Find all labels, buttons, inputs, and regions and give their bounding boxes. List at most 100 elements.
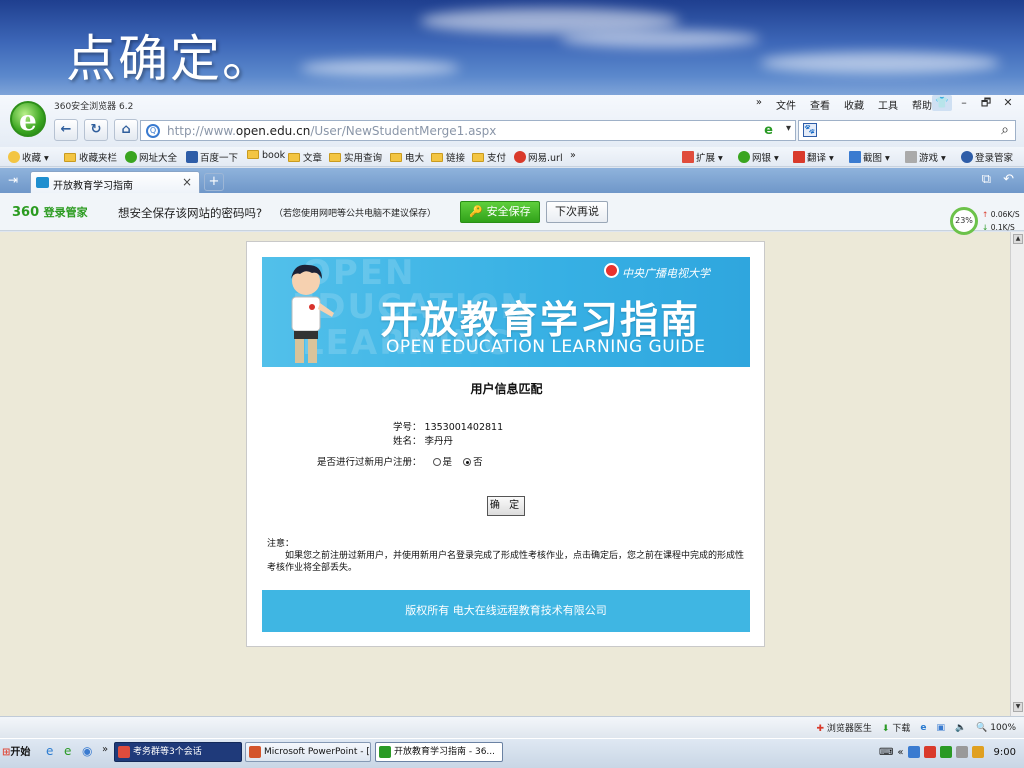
volume-icon[interactable]: 🔈 (955, 723, 966, 733)
translate-button[interactable]: 翻译 ▾ (793, 150, 834, 164)
fav-item[interactable]: 文章 (288, 150, 322, 164)
tray-chevron-icon[interactable]: « (897, 747, 903, 758)
sidebar-toggle-icon[interactable]: ⇥ (8, 173, 18, 187)
fav-item[interactable]: 支付 (472, 150, 506, 164)
fav-item[interactable]: book (247, 150, 285, 161)
folder-icon (431, 153, 443, 162)
start-button[interactable]: ⊞开始 (2, 743, 30, 758)
ie-mode-icon[interactable]: e (764, 123, 773, 138)
taskbar-item[interactable]: 考务群等3个会话 (114, 742, 242, 762)
radio-yes[interactable] (432, 458, 441, 466)
search-box[interactable]: 🐾 ⌕ (798, 120, 1016, 141)
scroll-down-icon[interactable]: ▼ (1013, 702, 1023, 712)
system-tray: ⌨ « 9:00 (879, 746, 1016, 758)
back-icon[interactable]: ← (54, 119, 78, 141)
extensions-button[interactable]: 扩展 ▾ (682, 150, 723, 164)
menu-more[interactable]: » (756, 97, 762, 112)
baidu-paw-icon[interactable]: 🐾 (803, 123, 817, 137)
keyboard-icon[interactable]: ⌨ (879, 747, 893, 758)
tab-bar-tools: ⧉ ↶ (982, 172, 1014, 187)
taskbar-item-active[interactable]: 开放教育学习指南 - 36... (375, 742, 503, 762)
radio-no[interactable] (463, 458, 472, 466)
ie-icon[interactable]: e (920, 723, 926, 733)
new-tab-button[interactable]: + (204, 173, 224, 191)
student-id-label: 学号： (393, 422, 422, 433)
menu-favorites[interactable]: 收藏 (844, 97, 864, 112)
vertical-scrollbar[interactable]: ▲ ▼ (1010, 232, 1024, 716)
radio-no-label[interactable]: 否 (473, 457, 483, 468)
content-panel: OPEN EDUCATION LEARNING 中央广播电视大学 开放教育学习指… (246, 241, 765, 647)
skin-icon[interactable]: 👕 (932, 95, 952, 111)
confirm-button[interactable]: 确 定 (487, 496, 525, 516)
restore-button[interactable]: 🗗 (976, 95, 996, 111)
refresh-icon[interactable]: ↻ (84, 119, 108, 141)
site-favicon-icon (36, 177, 49, 188)
bank-button[interactable]: 网银 ▾ (738, 150, 779, 164)
login-manager-button[interactable]: 登录管家 (961, 150, 1013, 164)
cloud-decoration (300, 60, 460, 76)
tab-bar: ⇥ 开放教育学习指南 × + ⧉ ↶ (0, 168, 1024, 193)
folder-icon (472, 153, 484, 162)
copyright-footer: 版权所有 电大在线远程教育技术有限公司 (262, 590, 750, 632)
powerpoint-icon (249, 746, 261, 758)
menu-help[interactable]: 帮助 (912, 97, 932, 112)
chevron-down-icon[interactable]: ▾ (786, 123, 791, 134)
fav-more[interactable]: » (570, 150, 576, 161)
later-button[interactable]: 下次再说 (546, 201, 608, 223)
student-id-value: 1353001402811 (424, 422, 504, 433)
fav-item[interactable]: 百度一下 (186, 150, 238, 164)
qq-icon[interactable] (923, 746, 936, 758)
quicklaunch-more[interactable]: » (102, 744, 108, 755)
chat-icon (118, 746, 130, 758)
fav-item[interactable]: 实用查询 (329, 150, 382, 164)
menu-bar: » 文件 查看 收藏 工具 帮助 (756, 97, 932, 112)
security-icon[interactable] (939, 746, 952, 758)
favorites-menu[interactable]: 收藏 ▾ (8, 150, 49, 164)
app-quicklaunch-icon[interactable]: ◉ (82, 744, 92, 758)
name-label: 姓名： (393, 436, 422, 447)
menu-view[interactable]: 查看 (810, 97, 830, 112)
notice: 注意： 如果您之前注册过新用户，并使用新用户名登录完成了形成性考核作业，点击确定… (267, 538, 747, 574)
taskbar-item[interactable]: Microsoft PowerPoint - [... (245, 742, 371, 762)
browser-doctor-button[interactable]: ✚ 浏览器医生 (816, 721, 871, 734)
radio-yes-label[interactable]: 是 (443, 457, 453, 468)
student-id-row: 学号： 1353001402811 (393, 419, 503, 433)
page-viewport: OPEN EDUCATION LEARNING 中央广播电视大学 开放教育学习指… (0, 232, 1010, 716)
screenshot-button[interactable]: 截图 ▾ (849, 150, 890, 164)
fav-item[interactable]: 网址大全 (125, 150, 177, 164)
close-button[interactable]: ✕ (998, 95, 1018, 111)
fav-item[interactable]: 网易.url (514, 150, 563, 164)
menu-file[interactable]: 文件 (776, 97, 796, 112)
address-url[interactable]: http://www.open.edu.cn/User/NewStudentMe… (167, 124, 496, 138)
fav-item[interactable]: 收藏夹栏 (64, 150, 117, 164)
scroll-up-icon[interactable]: ▲ (1013, 234, 1023, 244)
cloud-decoration (760, 52, 1000, 74)
games-button[interactable]: 游戏 ▾ (905, 150, 946, 164)
secure-save-button[interactable]: 🔑 安全保存 (460, 201, 540, 223)
menu-tools[interactable]: 工具 (878, 97, 898, 112)
windows-taskbar: ⊞开始 e e ◉ » 考务群等3个会话 Microsoft PowerPoin… (0, 738, 1024, 768)
zoom-control[interactable]: 🔍 100% (976, 723, 1016, 733)
address-bar[interactable]: Q http://www.open.edu.cn/User/NewStudent… (140, 120, 796, 141)
home-icon[interactable]: ⌂ (114, 119, 138, 141)
browser-logo-icon[interactable]: e (10, 101, 46, 137)
update-icon[interactable] (971, 746, 984, 758)
minimize-button[interactable]: – (954, 95, 974, 111)
window-icon[interactable]: ▣ (936, 723, 945, 733)
network-icon[interactable] (955, 746, 968, 758)
download-speed: ↓ 0.1K/S (982, 223, 1015, 232)
star-icon (8, 151, 20, 163)
fav-item[interactable]: 电大 (390, 150, 424, 164)
tab-close-icon[interactable]: × (182, 175, 192, 189)
input-method-icon[interactable] (907, 746, 920, 758)
download-button[interactable]: ⬇ 下载 (882, 721, 910, 734)
window-controls: 👕 – 🗗 ✕ (932, 95, 1018, 111)
fav-item[interactable]: 链接 (431, 150, 465, 164)
search-icon[interactable]: ⌕ (1001, 122, 1009, 138)
browser-quicklaunch-icon[interactable]: e (64, 744, 71, 758)
tab-active[interactable]: 开放教育学习指南 × (30, 171, 200, 193)
shield-icon (738, 151, 750, 163)
ie-quicklaunch-icon[interactable]: e (46, 744, 53, 758)
restore-tab-icon[interactable]: ⧉ (982, 172, 991, 187)
undo-icon[interactable]: ↶ (1003, 172, 1014, 187)
